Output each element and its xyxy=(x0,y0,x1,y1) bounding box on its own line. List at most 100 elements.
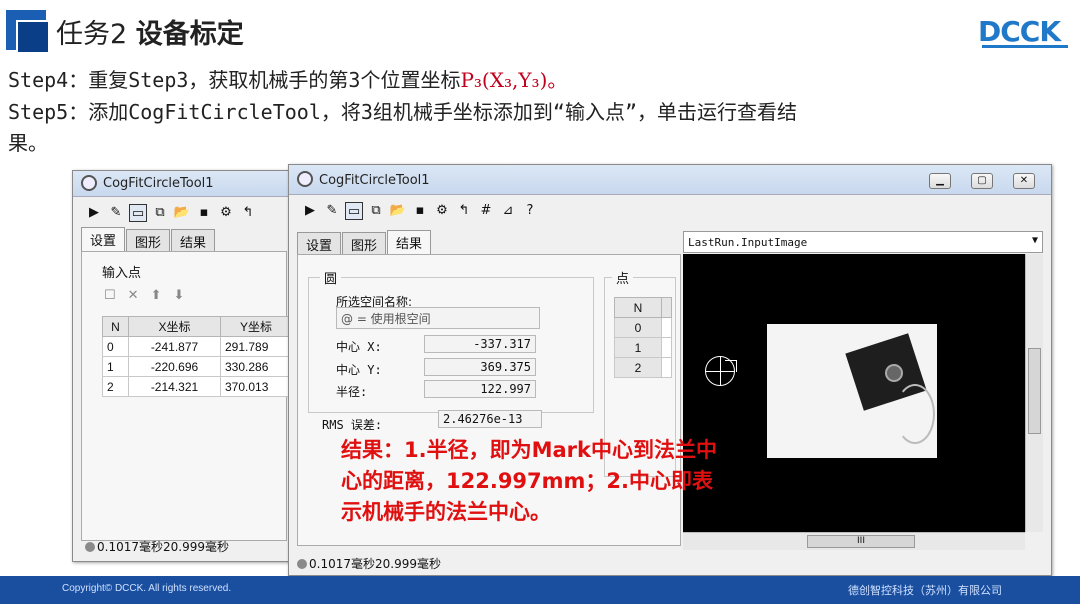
save-icon[interactable]: ▪ xyxy=(195,204,213,222)
camera-image xyxy=(767,324,937,458)
title-square-icon xyxy=(6,10,50,54)
point-cell xyxy=(661,317,672,338)
point-index: 1 xyxy=(613,337,663,358)
point-cell xyxy=(661,337,672,358)
space-field[interactable]: @ = 使用根空间 xyxy=(336,307,540,329)
rms-field[interactable]: 2.46276e-13 xyxy=(438,410,542,428)
cell-x[interactable]: -241.877 xyxy=(128,336,221,357)
reset-icon[interactable]: ↰ xyxy=(239,204,257,222)
input-points-table: N X坐标 Y坐标 0 -241.877 291.789 1 -220.696 … xyxy=(102,316,292,397)
edit-icon[interactable]: ✎ xyxy=(323,202,341,220)
table-row[interactable]: 2 -214.321 370.013 xyxy=(102,376,292,397)
tab-settings[interactable]: 设置 xyxy=(81,227,126,251)
vertical-scrollbar[interactable] xyxy=(1025,254,1043,532)
edit-icon[interactable]: ✎ xyxy=(107,204,125,222)
dropdown-arrow-icon[interactable]: ▼ xyxy=(1032,235,1038,246)
table-row[interactable]: 2 xyxy=(613,357,672,378)
center-y-field[interactable]: 369.375 xyxy=(424,358,536,376)
point-index: 0 xyxy=(613,317,663,338)
cell-y[interactable]: 330.286 xyxy=(220,356,292,377)
annotation-line1: 结果：1.半径，即为Mark中心到法兰中 xyxy=(341,438,717,462)
table-row[interactable]: 1 -220.696 330.286 xyxy=(102,356,292,377)
move-down-icon[interactable]: ⬇ xyxy=(173,288,184,303)
run-icon[interactable]: ▶ xyxy=(85,204,103,222)
image-selector-dropdown[interactable]: LastRun.InputImage ▼ xyxy=(683,231,1043,253)
open-icon[interactable]: 📂 xyxy=(389,202,407,220)
cell-y[interactable]: 291.789 xyxy=(220,336,292,357)
annotation-line2: 心的距离，122.997mm；2.中心即表 xyxy=(341,469,714,493)
numeric-icon[interactable]: # xyxy=(477,202,495,220)
result-annotation: 结果：1.半径，即为Mark中心到法兰中 心的距离，122.997mm；2.中心… xyxy=(341,435,717,528)
table-row[interactable]: 1 xyxy=(613,337,672,358)
delete-point-icon[interactable]: ✕ xyxy=(128,288,139,303)
vertical-scroll-thumb[interactable] xyxy=(1028,348,1041,434)
run-icon[interactable]: ▶ xyxy=(301,202,319,220)
title-bold: 设备标定 xyxy=(135,19,244,50)
logo-underline xyxy=(982,45,1068,48)
cell-x[interactable]: -214.321 xyxy=(128,376,221,397)
reset-icon[interactable]: ↰ xyxy=(455,202,473,220)
open-icon[interactable]: 📂 xyxy=(173,204,191,222)
dcck-logo: DCCK xyxy=(978,15,1061,48)
company-name: 德创智控科技（苏州）有限公司 xyxy=(848,584,1002,597)
front-tool-window: CogFitCircleTool1 ▁ ▢ ✕ ▶ ✎ ▭ ⧉ 📂 ▪ ⚙ ↰ … xyxy=(288,164,1052,576)
status-dot-icon xyxy=(85,542,95,552)
tab-graphics[interactable]: 图形 xyxy=(342,232,387,254)
back-window-titlebar[interactable]: CogFitCircleTool1 xyxy=(73,171,293,197)
points-toolbar: ☐ ✕ ⬆ ⬇ xyxy=(104,288,184,303)
cog-app-icon xyxy=(81,175,97,191)
radius-field[interactable]: 122.997 xyxy=(424,380,536,398)
center-y-label: 中心 Y: xyxy=(336,363,382,377)
copyright-text: Copyright© DCCK. All rights reserved. xyxy=(62,583,232,594)
rms-label: RMS 误差: xyxy=(322,418,383,432)
points-table: N 0 1 2 xyxy=(613,297,672,378)
tab-graphics[interactable]: 图形 xyxy=(126,229,171,251)
front-window-titlebar[interactable]: CogFitCircleTool1 ▁ ▢ ✕ xyxy=(289,165,1051,195)
settings-icon[interactable]: ⚙ xyxy=(433,202,451,220)
back-window-title: CogFitCircleTool1 xyxy=(103,176,214,191)
move-up-icon[interactable]: ⬆ xyxy=(151,288,162,303)
front-window-title: CogFitCircleTool1 xyxy=(319,173,430,188)
display-icon[interactable]: ▭ xyxy=(345,202,363,220)
horizontal-scroll-thumb[interactable]: III xyxy=(807,535,915,548)
step5-line2: 果。 xyxy=(8,131,48,155)
status-dot-icon xyxy=(297,559,307,569)
tab-results[interactable]: 结果 xyxy=(171,229,216,251)
cell-x[interactable]: -220.696 xyxy=(128,356,221,377)
center-x-field[interactable]: -337.317 xyxy=(424,335,536,353)
point-cell xyxy=(661,357,672,378)
copy-icon[interactable]: ⧉ xyxy=(151,204,169,222)
back-tabs: 设置 图形 结果 xyxy=(81,227,216,251)
col-n: N xyxy=(102,316,129,337)
points-col-n: N xyxy=(613,297,663,318)
points-col-extra xyxy=(661,297,672,318)
points-group-label: 点 xyxy=(612,268,634,287)
ruler-icon[interactable]: ⊿ xyxy=(499,202,517,220)
mark-circle xyxy=(885,364,903,382)
image-display[interactable] xyxy=(683,254,1025,532)
cell-n: 0 xyxy=(102,336,129,357)
step5-line1: Step5：添加CogFitCircleTool，将3组机械手坐标添加到“输入点… xyxy=(8,100,797,124)
help-icon[interactable]: ? xyxy=(521,202,539,220)
display-icon[interactable]: ▭ xyxy=(129,204,147,222)
table-row[interactable]: 0 xyxy=(613,317,672,338)
back-toolbar: ▶ ✎ ▭ ⧉ 📂 ▪ ⚙ ↰ xyxy=(85,203,257,223)
step4-prefix: Step4：重复Step3，获取机械手的第3个位置坐标 xyxy=(8,68,461,92)
horizontal-scrollbar[interactable]: III xyxy=(683,532,1025,550)
close-button[interactable]: ✕ xyxy=(1013,173,1035,189)
settings-icon[interactable]: ⚙ xyxy=(217,204,235,222)
table-row[interactable]: 0 -241.877 291.789 xyxy=(102,336,292,357)
tab-results[interactable]: 结果 xyxy=(387,230,432,254)
maximize-button[interactable]: ▢ xyxy=(971,173,993,189)
tab-settings[interactable]: 设置 xyxy=(297,232,342,254)
add-point-icon[interactable]: ☐ xyxy=(104,288,116,303)
cell-y[interactable]: 370.013 xyxy=(220,376,292,397)
radius-label: 半径: xyxy=(336,385,368,399)
table-header-row: N X坐标 Y坐标 xyxy=(102,316,292,337)
save-icon[interactable]: ▪ xyxy=(411,202,429,220)
copy-icon[interactable]: ⧉ xyxy=(367,202,385,220)
step4-text: Step4：重复Step3，获取机械手的第3个位置坐标P₃(X₃,Y₃)。 xyxy=(8,64,567,93)
front-toolbar: ▶ ✎ ▭ ⧉ 📂 ▪ ⚙ ↰ # ⊿ ? xyxy=(301,201,539,221)
minimize-button[interactable]: ▁ xyxy=(929,173,951,189)
annotation-line3: 示机械手的法兰中心。 xyxy=(341,500,551,524)
